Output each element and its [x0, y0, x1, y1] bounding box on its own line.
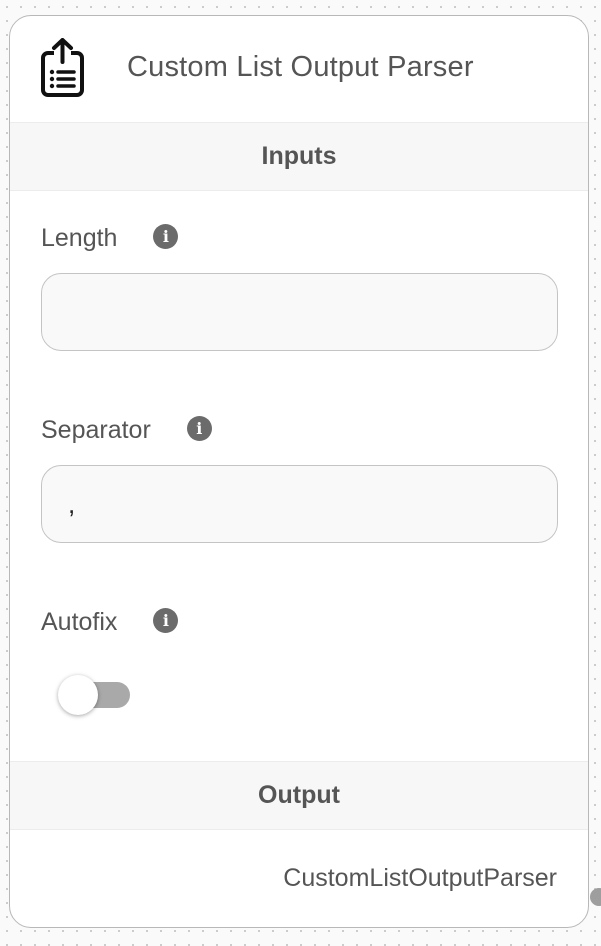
separator-field-group: Separator i	[41, 412, 558, 448]
autofix-label: Autofix	[41, 607, 118, 636]
separator-label-row: Separator i	[41, 412, 558, 448]
node-title: Custom List Output Parser	[127, 51, 474, 83]
separator-input[interactable]	[41, 465, 558, 543]
autofix-toggle-knob	[58, 675, 98, 715]
output-name: CustomListOutputParser	[283, 864, 557, 892]
output-handle[interactable]	[590, 888, 601, 906]
length-label: Length	[41, 223, 118, 252]
file-upload-list-icon	[41, 38, 84, 97]
autofix-toggle[interactable]	[58, 675, 132, 715]
node-card[interactable]: Custom List Output Parser Inputs Length …	[9, 15, 601, 928]
length-field-group: Length i	[41, 220, 558, 256]
length-info-icon[interactable]: i	[153, 223, 179, 249]
node-header: Custom List Output Parser	[10, 16, 588, 123]
inputs-section-header: Inputs	[10, 123, 588, 191]
autofix-info-icon[interactable]: i	[153, 607, 179, 633]
autofix-field-group: Autofix i	[41, 604, 558, 640]
separator-label: Separator	[41, 415, 151, 444]
separator-info-icon[interactable]: i	[186, 415, 212, 441]
length-input[interactable]	[41, 273, 558, 351]
output-section-header: Output	[10, 761, 588, 830]
length-label-row: Length i	[41, 220, 558, 256]
autofix-label-row: Autofix i	[41, 604, 558, 640]
